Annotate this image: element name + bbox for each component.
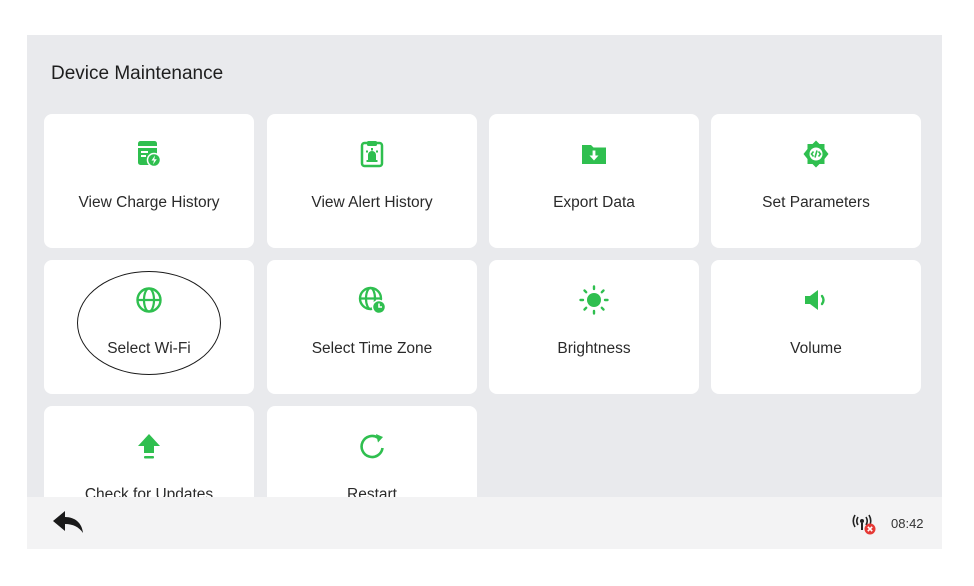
tile-label: Check for Updates xyxy=(84,486,214,497)
back-arrow-icon[interactable] xyxy=(51,509,85,537)
sun-icon xyxy=(579,285,609,315)
tile-grid: View Charge History View Alert History E… xyxy=(27,35,942,497)
speaker-icon xyxy=(801,285,831,315)
select-time-zone-button[interactable]: Select Time Zone xyxy=(267,260,477,394)
export-data-button[interactable]: Export Data xyxy=(489,114,699,248)
globe-icon xyxy=(134,285,164,315)
charge-history-icon xyxy=(134,139,164,169)
tile-label: View Alert History xyxy=(311,194,433,211)
alert-history-icon xyxy=(357,139,387,169)
volume-button[interactable]: Volume xyxy=(711,260,921,394)
tile-label: View Charge History xyxy=(78,194,220,211)
tile-label: Restart xyxy=(347,486,397,497)
restart-button[interactable]: Restart xyxy=(267,406,477,497)
brightness-button[interactable]: Brightness xyxy=(489,260,699,394)
tile-label: Export Data xyxy=(553,194,635,211)
tile-label: Select Wi-Fi xyxy=(107,340,191,357)
settings-gear-icon xyxy=(801,139,831,169)
check-for-updates-button[interactable]: Check for Updates xyxy=(44,406,254,497)
bottom-bar: 08:42 xyxy=(27,497,942,549)
no-network-icon xyxy=(852,514,878,536)
tile-label: Brightness xyxy=(557,340,631,357)
select-wifi-button[interactable]: Select Wi-Fi xyxy=(44,260,254,394)
tile-label: Set Parameters xyxy=(762,194,870,211)
tile-label: Volume xyxy=(790,340,842,357)
set-parameters-button[interactable]: Set Parameters xyxy=(711,114,921,248)
restart-icon xyxy=(357,431,387,461)
tile-label: Select Time Zone xyxy=(311,340,433,357)
view-charge-history-button[interactable]: View Charge History xyxy=(44,114,254,248)
globe-clock-icon xyxy=(357,285,387,315)
status-time: 08:42 xyxy=(891,516,924,531)
upload-arrow-icon xyxy=(134,431,164,461)
device-screen: Device Maintenance View Charge History V… xyxy=(27,35,942,549)
export-folder-icon xyxy=(579,139,609,169)
view-alert-history-button[interactable]: View Alert History xyxy=(267,114,477,248)
